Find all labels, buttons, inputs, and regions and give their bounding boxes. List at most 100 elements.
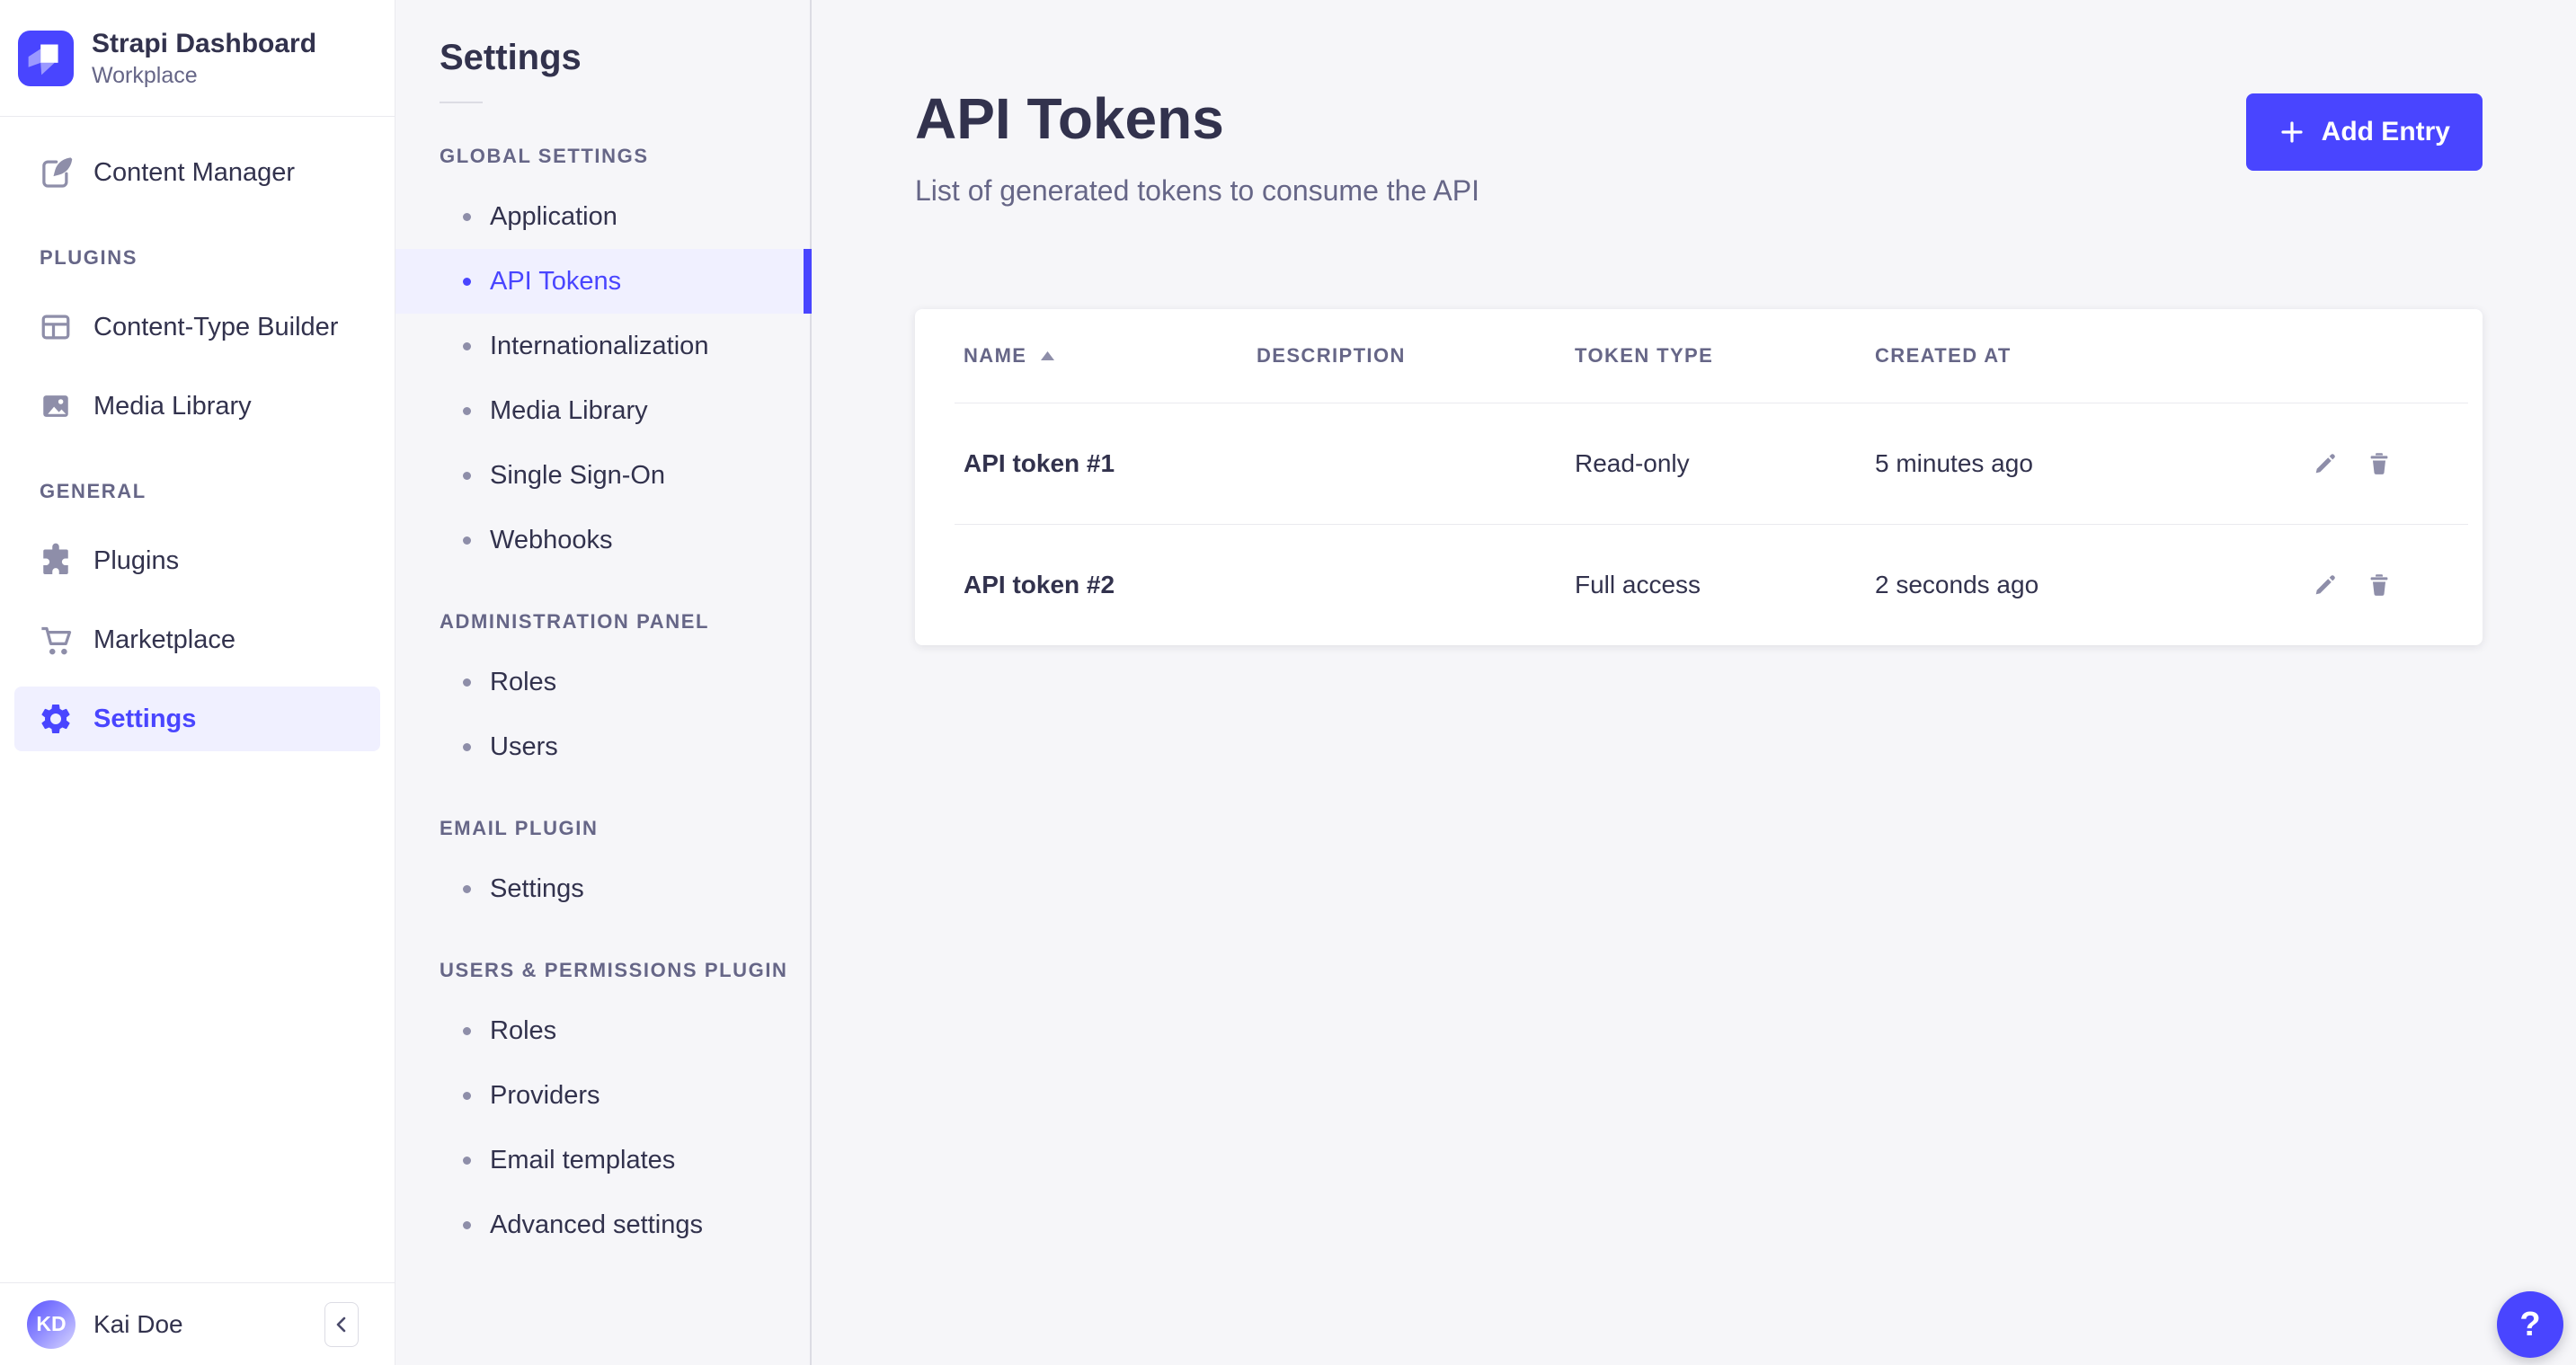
subnav-item-label: Media Library — [490, 396, 648, 426]
bullet-icon — [463, 472, 471, 480]
column-header-created-at: CREATED AT — [1875, 344, 2312, 368]
column-header-name[interactable]: NAME — [964, 344, 1257, 368]
bullet-icon — [463, 536, 471, 545]
subnav-section-users-permissions-plugin: USERS & PERMISSIONS PLUGIN — [440, 959, 810, 982]
subnav-item-label: Single Sign-On — [490, 461, 665, 491]
subnav-item-label: Users — [490, 732, 558, 762]
subnav-item-up-email-templates[interactable]: Email templates — [395, 1128, 810, 1192]
column-header-description: DESCRIPTION — [1257, 344, 1575, 368]
table-row[interactable]: API token #2 Full access 2 seconds ago — [915, 525, 2483, 645]
chevron-left-icon — [333, 1315, 351, 1334]
subnav-section-global-settings: GLOBAL SETTINGS — [440, 145, 810, 168]
subnav-item-label: Webhooks — [490, 526, 613, 555]
sidebar-item-label: Content-Type Builder — [93, 313, 338, 342]
subnav-item-label: Internationalization — [490, 332, 708, 361]
settings-subnav: Settings GLOBAL SETTINGS Application API… — [395, 0, 812, 1365]
edit-button[interactable] — [2312, 450, 2339, 477]
sidebar-item-plugins[interactable]: Plugins — [14, 528, 380, 593]
subnav-item-webhooks[interactable]: Webhooks — [395, 508, 810, 572]
pencil-icon — [2312, 450, 2339, 477]
content-type-builder-icon — [38, 309, 74, 345]
token-type: Read-only — [1575, 449, 1875, 478]
subnav-item-admin-users[interactable]: Users — [395, 714, 810, 779]
token-created-at: 5 minutes ago — [1875, 449, 2312, 478]
subnav-item-up-advanced-settings[interactable]: Advanced settings — [395, 1192, 810, 1257]
subnav-item-up-roles[interactable]: Roles — [395, 998, 810, 1063]
trash-icon — [2366, 572, 2393, 598]
avatar[interactable]: KD — [27, 1300, 76, 1349]
subnav-item-label: Settings — [490, 874, 584, 904]
subnav-item-label: Email templates — [490, 1146, 675, 1175]
delete-button[interactable] — [2366, 450, 2393, 477]
help-button[interactable]: ? — [2497, 1291, 2563, 1358]
subnav-item-label: Roles — [490, 668, 556, 697]
subnav-item-single-sign-on[interactable]: Single Sign-On — [395, 443, 810, 508]
subnav-title: Settings — [440, 38, 810, 78]
subnav-item-media-library[interactable]: Media Library — [395, 378, 810, 443]
subnav-section-administration-panel: ADMINISTRATION PANEL — [440, 610, 810, 634]
settings-gear-icon — [38, 701, 74, 737]
workspace-title: Strapi Dashboard — [92, 28, 316, 60]
bullet-icon — [463, 278, 471, 286]
bullet-icon — [463, 678, 471, 687]
subnav-item-email-settings[interactable]: Settings — [395, 856, 810, 921]
token-created-at: 2 seconds ago — [1875, 571, 2312, 599]
sidebar-item-content-manager[interactable]: Content Manager — [14, 140, 380, 205]
subnav-item-label: Providers — [490, 1081, 600, 1111]
pencil-icon — [2312, 572, 2339, 598]
bullet-icon — [463, 407, 471, 415]
token-type: Full access — [1575, 571, 1875, 599]
subnav-item-up-providers[interactable]: Providers — [395, 1063, 810, 1128]
plus-icon — [2278, 119, 2305, 146]
bullet-icon — [463, 213, 471, 221]
sidebar-item-label: Content Manager — [93, 158, 295, 188]
subnav-item-label: Advanced settings — [490, 1210, 703, 1240]
api-tokens-table: NAME DESCRIPTION TOKEN TYPE CREATED AT A… — [915, 309, 2483, 645]
bullet-icon — [463, 1092, 471, 1100]
marketplace-icon — [38, 622, 74, 658]
bullet-icon — [463, 885, 471, 893]
subnav-item-label: Roles — [490, 1016, 556, 1046]
table-row[interactable]: API token #1 Read-only 5 minutes ago — [915, 403, 2483, 524]
sidebar-item-media-library[interactable]: Media Library — [14, 374, 380, 439]
subnav-item-admin-roles[interactable]: Roles — [395, 650, 810, 714]
main-sidebar: Strapi Dashboard Workplace Content Manag… — [0, 0, 395, 1365]
plugins-icon — [38, 543, 74, 579]
workspace-subtitle: Workplace — [92, 63, 316, 89]
trash-icon — [2366, 450, 2393, 477]
delete-button[interactable] — [2366, 572, 2393, 598]
main-content: API Tokens List of generated tokens to c… — [812, 0, 2576, 1365]
sidebar-section-plugins: PLUGINS — [40, 246, 395, 270]
bullet-icon — [463, 1157, 471, 1165]
add-entry-label: Add Entry — [2322, 117, 2450, 147]
bullet-icon — [463, 743, 471, 751]
bullet-icon — [463, 1221, 471, 1229]
page-subtitle: List of generated tokens to consume the … — [915, 173, 2483, 208]
subnav-item-internationalization[interactable]: Internationalization — [395, 314, 810, 378]
subnav-section-email-plugin: EMAIL PLUGIN — [440, 817, 810, 840]
subnav-item-api-tokens[interactable]: API Tokens — [395, 249, 810, 314]
subnav-item-application[interactable]: Application — [395, 184, 810, 249]
sidebar-item-label: Plugins — [93, 546, 179, 576]
user-name: Kai Doe — [93, 1310, 183, 1339]
bullet-icon — [463, 342, 471, 350]
collapse-sidebar-button[interactable] — [324, 1302, 359, 1347]
add-entry-button[interactable]: Add Entry — [2246, 93, 2483, 171]
workspace-header[interactable]: Strapi Dashboard Workplace — [0, 0, 395, 117]
content-manager-icon — [38, 155, 74, 191]
sort-ascending-icon — [1041, 351, 1054, 360]
table-header-row: NAME DESCRIPTION TOKEN TYPE CREATED AT — [915, 309, 2483, 403]
sidebar-item-label: Media Library — [93, 392, 252, 421]
token-name: API token #2 — [964, 571, 1257, 599]
subnav-divider — [440, 102, 483, 103]
sidebar-item-content-type-builder[interactable]: Content-Type Builder — [14, 295, 380, 359]
sidebar-section-general: GENERAL — [40, 480, 395, 503]
media-library-icon — [38, 388, 74, 424]
token-name: API token #1 — [964, 449, 1257, 478]
column-header-token-type: TOKEN TYPE — [1575, 344, 1875, 368]
sidebar-item-settings[interactable]: Settings — [14, 687, 380, 751]
subnav-item-label: API Tokens — [490, 267, 621, 297]
edit-button[interactable] — [2312, 572, 2339, 598]
sidebar-item-label: Marketplace — [93, 625, 235, 655]
sidebar-item-marketplace[interactable]: Marketplace — [14, 607, 380, 672]
